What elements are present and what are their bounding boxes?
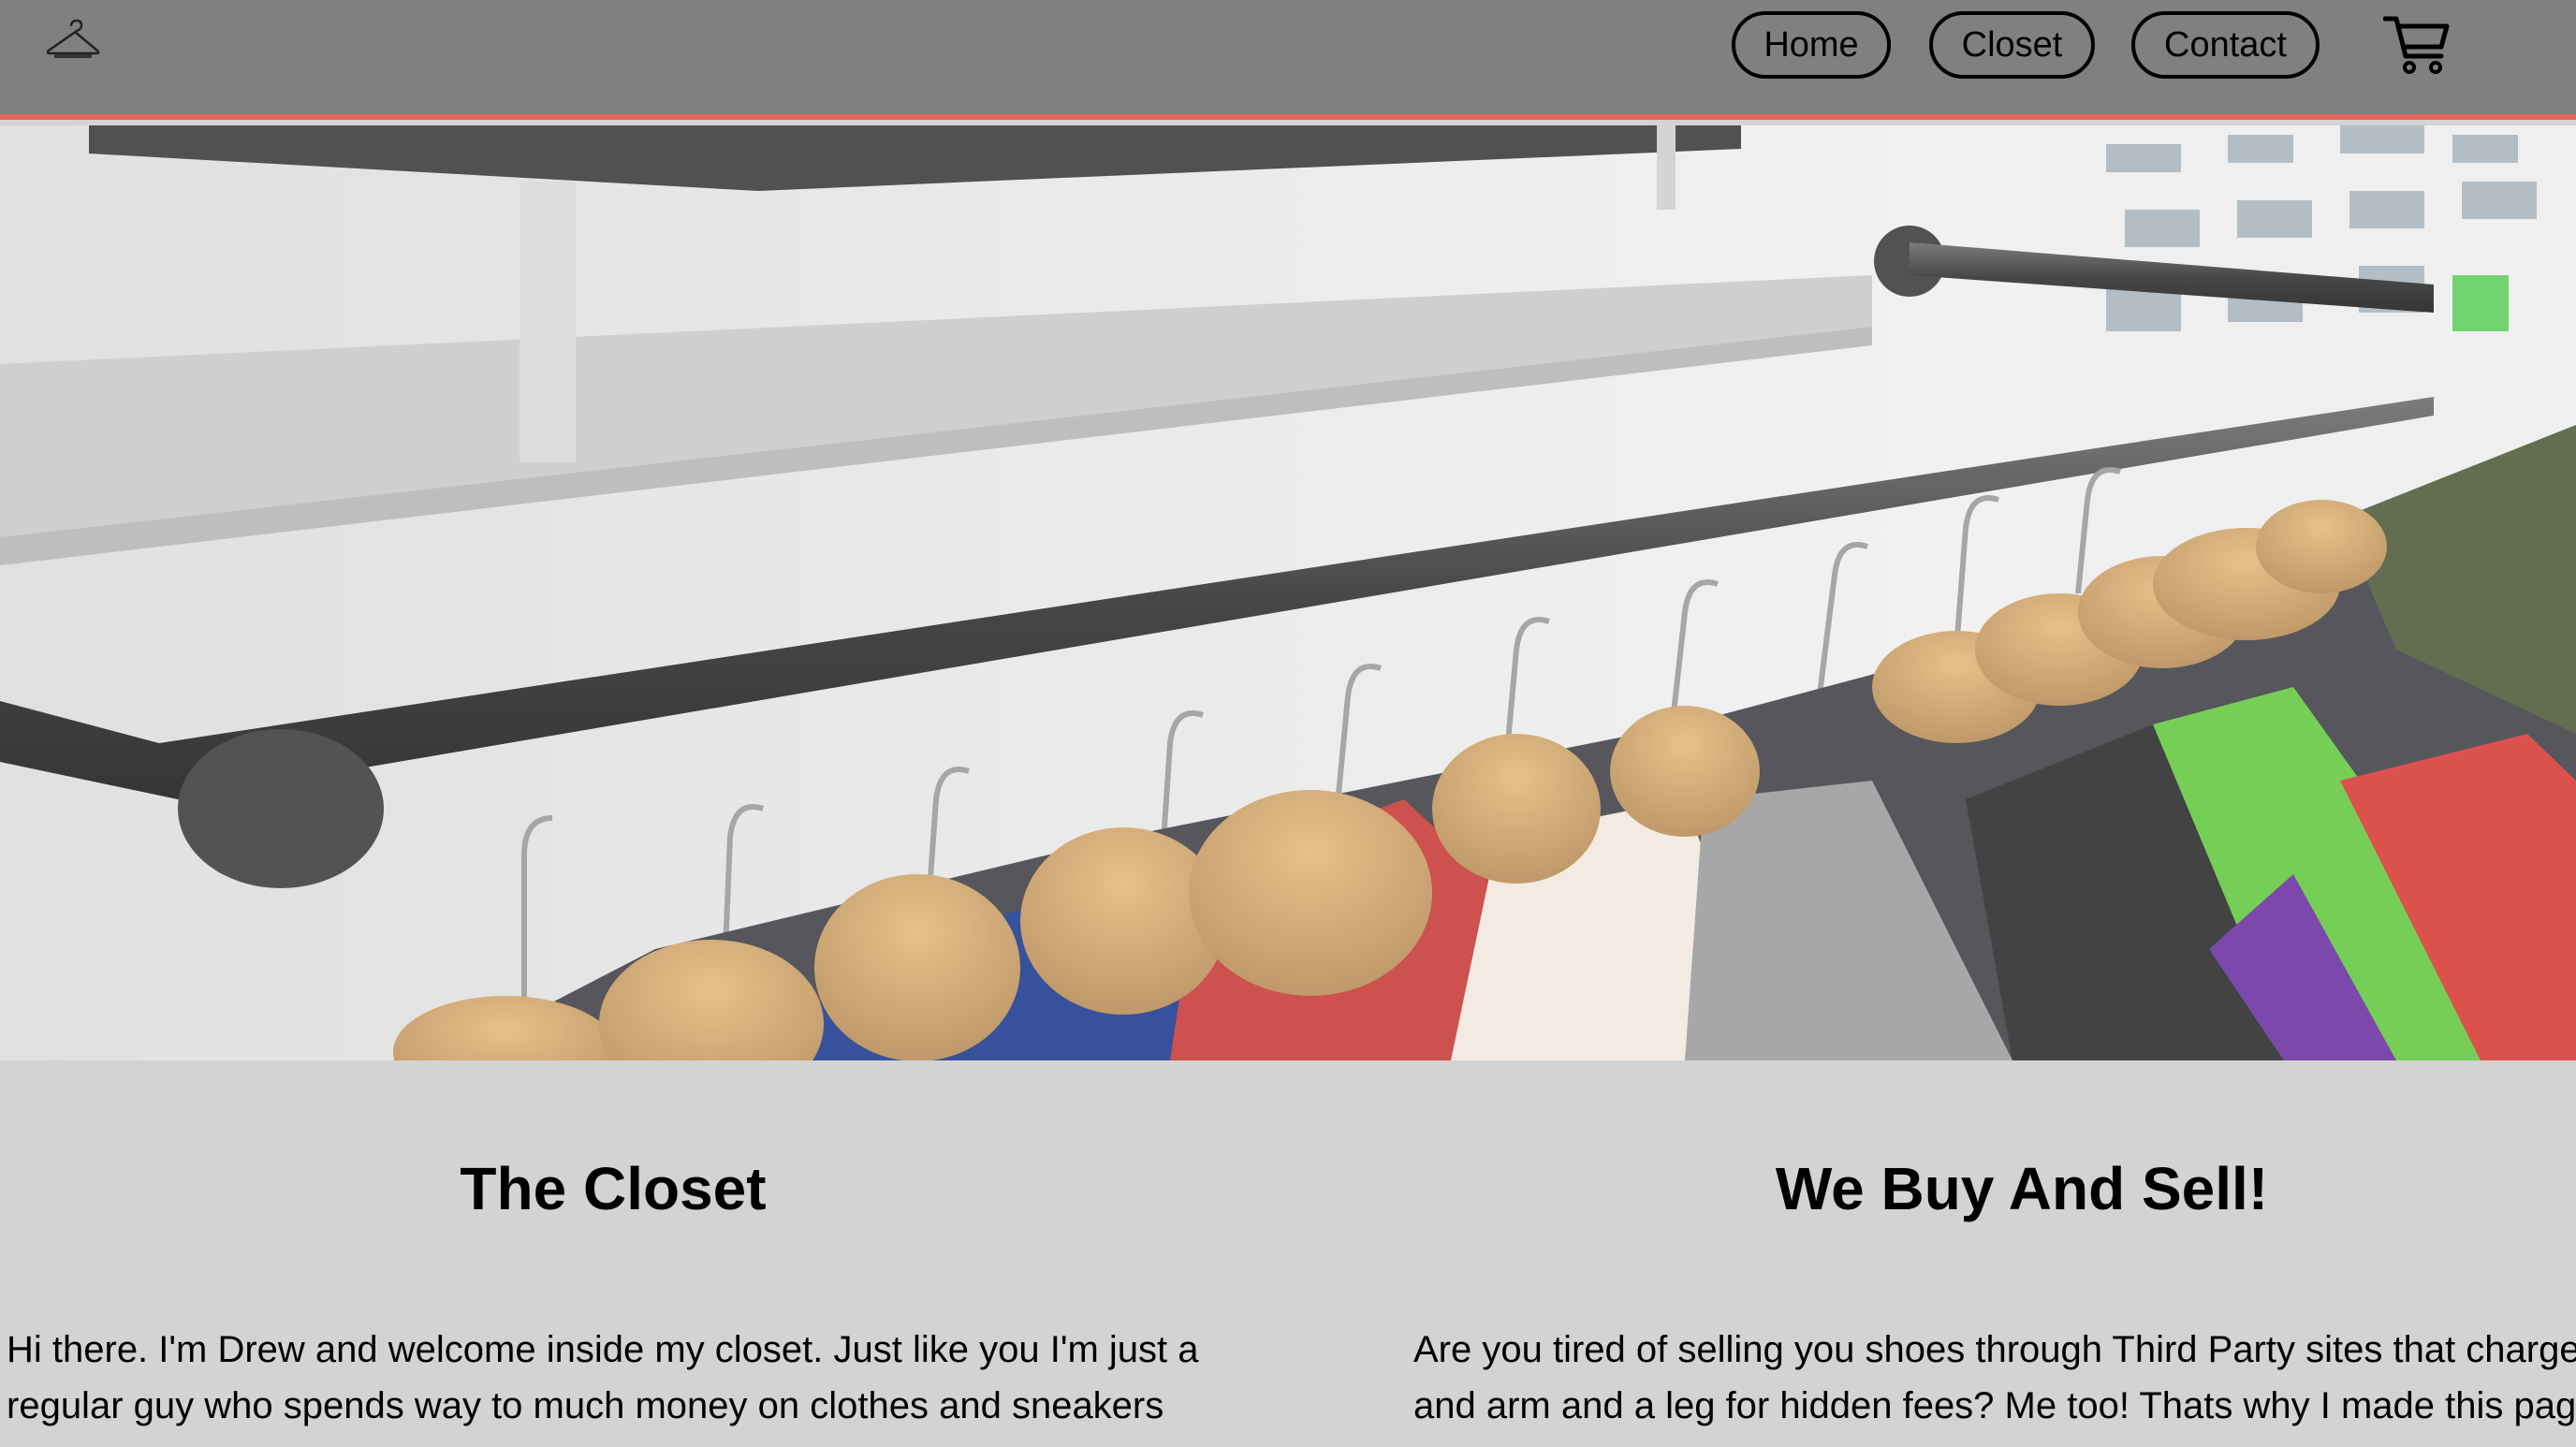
the-closet-text-line-1: Hi there. I'm Drew and welcome inside my… <box>7 1329 1199 1370</box>
nav-home-button[interactable]: Home <box>1732 11 1891 79</box>
hanger-logo-icon[interactable] <box>43 19 103 64</box>
buy-and-sell-heading: We Buy And Sell! <box>1775 1155 2269 1222</box>
hero-image <box>0 125 2576 1060</box>
shopping-cart-icon[interactable] <box>2382 13 2451 77</box>
the-closet-heading: The Closet <box>460 1155 767 1222</box>
buy-and-sell-text-line-2: and arm and a leg for hidden fees? Me to… <box>1413 1385 2576 1426</box>
the-closet-text-line-2: regular guy who spends way to much money… <box>7 1385 1164 1426</box>
buy-and-sell-text: Are you tired of selling you shoes throu… <box>1413 1322 2576 1434</box>
nav-closet-button[interactable]: Closet <box>1929 11 2095 79</box>
buy-and-sell-text-line-1: Are you tired of selling you shoes throu… <box>1413 1329 2576 1370</box>
site-header: Home Closet Contact <box>0 0 2576 120</box>
the-closet-text: Hi there. I'm Drew and welcome inside my… <box>7 1322 1199 1434</box>
nav-contact-button[interactable]: Contact <box>2131 11 2320 79</box>
